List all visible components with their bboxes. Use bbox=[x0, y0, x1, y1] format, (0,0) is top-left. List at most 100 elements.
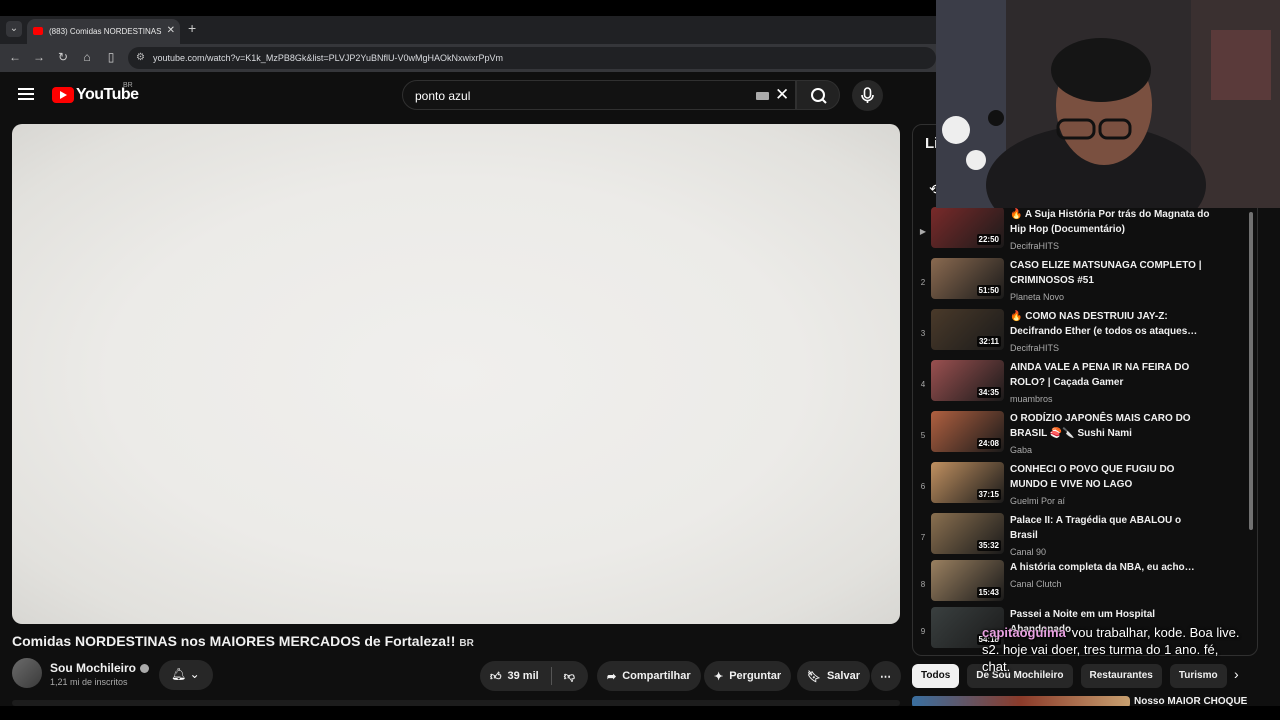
playlist-item-index: 2 bbox=[920, 278, 926, 287]
thumbs-down-icon: 👎︎ bbox=[563, 670, 575, 683]
playlist-item-thumbnail[interactable]: 15:43 bbox=[931, 560, 1004, 601]
video-title-text: Comidas NORDESTINAS nos MAIORES MERCADOS… bbox=[12, 633, 456, 649]
playlist-item-title[interactable]: Palace II: A Tragédia que ABALOU o Brasi… bbox=[1010, 513, 1210, 543]
playlist-item-index: ▶ bbox=[919, 227, 927, 236]
share-button[interactable]: ➦ Compartilhar bbox=[597, 661, 701, 691]
youtube-header: YouTube BR ponto azul ✕ bbox=[0, 72, 936, 120]
playlist-item-title[interactable]: 🔥 A Suja História Por trás do Magnata do… bbox=[1010, 207, 1210, 237]
browser-tab[interactable]: (883) Comidas NORDESTINAS ✕ bbox=[27, 19, 180, 44]
share-icon: ➦ bbox=[607, 670, 617, 683]
search-button[interactable] bbox=[796, 80, 840, 110]
save-button[interactable]: 🔖︎ Salvar bbox=[797, 661, 870, 691]
split-view-icon[interactable]: ▯ bbox=[104, 50, 118, 64]
site-info-icon[interactable]: ⚙ bbox=[136, 52, 145, 63]
playlist-item-title[interactable]: A história completa da NBA, eu acho… bbox=[1010, 560, 1210, 575]
channel-name[interactable]: Sou Mochileiro bbox=[50, 661, 150, 675]
playlist-item-title[interactable]: AINDA VALE A PENA IR NA FEIRA DO ROLO? |… bbox=[1010, 360, 1210, 390]
thumbs-up-icon: 👍︎ bbox=[490, 670, 502, 683]
chat-username: capitaoguima bbox=[982, 625, 1066, 640]
playlist-item-title[interactable]: O RODÍZIO JAPONÊS MAIS CARO DO BRASIL 🍣🔪… bbox=[1010, 411, 1210, 441]
playlist-item-channel[interactable]: DecifraHITS bbox=[1010, 343, 1059, 353]
address-bar[interactable]: ⚙ youtube.com/watch?v=K1k_MzPB8Gk&list=P… bbox=[128, 47, 936, 69]
playlist-item[interactable]: 4 34:35 AINDA VALE A PENA IR NA FEIRA DO R… bbox=[913, 360, 1249, 410]
playlist-item-index: 3 bbox=[920, 329, 926, 338]
dislike-button[interactable]: 👎︎ bbox=[564, 670, 575, 683]
ask-label: Perguntar bbox=[729, 670, 782, 682]
playlist-item-channel[interactable]: Canal Clutch bbox=[1010, 579, 1062, 589]
voice-search-button[interactable] bbox=[852, 80, 883, 111]
keyboard-icon[interactable] bbox=[756, 92, 769, 100]
verified-icon bbox=[140, 664, 150, 674]
home-icon[interactable]: ⌂ bbox=[80, 50, 94, 64]
playlist-item-channel[interactable]: Planeta Novo bbox=[1010, 292, 1064, 302]
ask-button[interactable]: ✦ Perguntar bbox=[704, 661, 792, 691]
playlist-item-thumbnail[interactable]: 24:08 bbox=[931, 411, 1004, 452]
new-tab-button[interactable]: + bbox=[188, 20, 196, 36]
more-icon: ⋯ bbox=[880, 670, 891, 683]
notifications-button[interactable]: 🔔︎ ⌄ bbox=[159, 660, 213, 690]
playlist-item-thumbnail[interactable]: 32:11 bbox=[931, 309, 1004, 350]
playlist-item-title[interactable]: CONHECI O POVO QUE FUGIU DO MUNDO E VIVE… bbox=[1010, 462, 1210, 492]
playlist-scrollbar[interactable] bbox=[1249, 212, 1253, 530]
playlist-item[interactable]: 7 35:32 Palace II: A Tragédia que ABALOU o… bbox=[913, 513, 1249, 563]
playlist-item[interactable]: 2 51:50 CASO ELIZE MATSUNAGA COMPLETO | CR… bbox=[913, 258, 1249, 308]
playlist-item-index: 7 bbox=[920, 533, 926, 542]
reload-icon[interactable]: ↻ bbox=[56, 50, 70, 64]
share-label: Compartilhar bbox=[622, 670, 691, 682]
playlist-item-channel[interactable]: Guelmi Por aí bbox=[1010, 496, 1065, 506]
playlist-item-index: 4 bbox=[920, 380, 926, 389]
video-duration: 24:08 bbox=[976, 438, 1001, 449]
save-label: Salvar bbox=[826, 670, 860, 682]
playlist-item-index: 5 bbox=[920, 431, 926, 440]
playlist-item-thumbnail[interactable]: 37:15 bbox=[931, 462, 1004, 503]
playlist-item-channel[interactable]: Canal 90 bbox=[1010, 547, 1046, 557]
divider bbox=[550, 667, 552, 685]
forward-icon[interactable]: → bbox=[32, 50, 46, 64]
tab-title: (883) Comidas NORDESTINAS bbox=[49, 27, 162, 36]
screen-bottom-bar bbox=[0, 706, 1280, 720]
more-actions-button[interactable]: ⋯ bbox=[871, 661, 901, 691]
video-duration: 22:50 bbox=[976, 234, 1001, 245]
back-icon[interactable]: ← bbox=[8, 50, 22, 64]
subscriber-count: 1,21 mi de inscritos bbox=[50, 677, 128, 687]
playlist-item-thumbnail[interactable]: 35:32 bbox=[931, 513, 1004, 554]
filter-chip[interactable]: Todos bbox=[912, 664, 960, 688]
video-duration: 37:15 bbox=[976, 489, 1001, 500]
playlist-item-thumbnail[interactable]: 34:35 bbox=[931, 360, 1004, 401]
playlist-item[interactable]: 5 24:08 O RODÍZIO JAPONÊS MAIS CARO DO BRA… bbox=[913, 411, 1249, 461]
video-duration: 32:11 bbox=[976, 336, 1001, 347]
webcam-overlay bbox=[936, 0, 1280, 208]
video-duration: 35:32 bbox=[976, 540, 1001, 551]
like-dislike-group: 👍︎ 39 mil 👎︎ bbox=[480, 661, 588, 691]
sparkle-icon: ✦ bbox=[714, 670, 724, 683]
tab-search-dropdown[interactable]: ⌄ bbox=[6, 21, 22, 37]
video-duration: 15:43 bbox=[976, 587, 1001, 598]
like-button[interactable]: 👍︎ 39 mil bbox=[490, 670, 539, 683]
search-icon bbox=[811, 88, 827, 104]
bell-icon: 🔔︎ bbox=[171, 667, 187, 681]
playlist-item[interactable]: 8 15:43 A história completa da NBA, eu ach… bbox=[913, 560, 1249, 610]
playlist-item-title[interactable]: CASO ELIZE MATSUNAGA COMPLETO | CRIMINOS… bbox=[1010, 258, 1210, 288]
menu-icon[interactable] bbox=[18, 88, 34, 100]
playlist-item-channel[interactable]: muambros bbox=[1010, 394, 1053, 404]
playlist-item-channel[interactable]: DecifraHITS bbox=[1010, 241, 1059, 251]
playlist-item[interactable]: 6 37:15 CONHECI O POVO QUE FUGIU DO MUNDO … bbox=[913, 462, 1249, 512]
playlist-item-title[interactable]: 🔥 COMO NAS DESTRUIU JAY-Z: Decifrando Et… bbox=[1010, 309, 1210, 339]
country-code: BR bbox=[123, 82, 133, 89]
clear-search-icon[interactable]: ✕ bbox=[775, 85, 789, 105]
stream-chat-overlay: capitaoguima vou trabalhar, kode. Boa liv… bbox=[982, 624, 1242, 675]
playlist-item-thumbnail[interactable]: 51:50 bbox=[931, 258, 1004, 299]
youtube-logo[interactable]: YouTube BR bbox=[52, 82, 139, 104]
channel-avatar[interactable] bbox=[12, 658, 42, 688]
playlist-item-thumbnail[interactable]: 22:50 bbox=[931, 207, 1004, 248]
youtube-play-icon bbox=[52, 87, 74, 103]
playlist-item[interactable]: ▶ 22:50 🔥 A Suja História Por trás do Magn… bbox=[913, 207, 1249, 257]
playlist-item-index: 8 bbox=[920, 580, 926, 589]
playlist-item-channel[interactable]: Gaba bbox=[1010, 445, 1032, 455]
close-tab-icon[interactable]: ✕ bbox=[167, 25, 175, 36]
search-input[interactable]: ponto azul ✕ bbox=[402, 80, 796, 110]
youtube-favicon-icon bbox=[33, 27, 43, 35]
playlist-item[interactable]: 3 32:11 🔥 COMO NAS DESTRUIU JAY-Z: Decifra… bbox=[913, 309, 1249, 359]
url-text: youtube.com/watch?v=K1k_MzPB8Gk&list=PLV… bbox=[153, 53, 503, 63]
video-player[interactable] bbox=[12, 124, 900, 624]
